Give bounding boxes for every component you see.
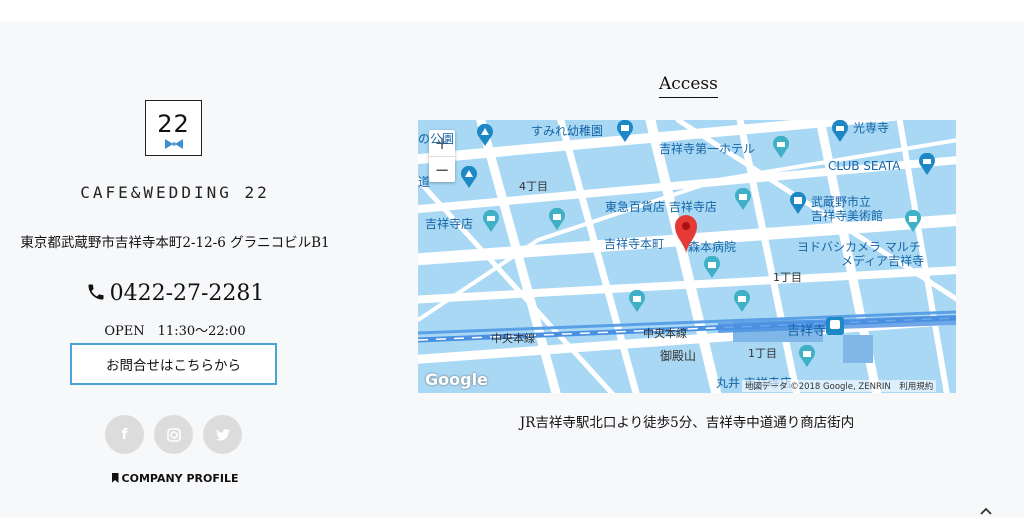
map-label: 道 (418, 175, 431, 189)
google-logo[interactable]: Google (425, 370, 488, 389)
facebook-icon[interactable]: f (105, 415, 144, 454)
shopping-icon[interactable] (628, 290, 646, 312)
nightclub-icon[interactable] (918, 153, 936, 175)
access-heading: Access (659, 74, 718, 98)
map-label: 森本病院 (688, 240, 737, 254)
park-icon[interactable] (476, 124, 494, 146)
map-label: 吉祥寺美術館 (811, 209, 884, 223)
map-label: 御殿山 (660, 349, 697, 363)
park-icon[interactable] (460, 166, 478, 188)
bow-tie-icon (165, 139, 183, 149)
map-label: CLUB SEATA (828, 159, 901, 173)
logo-number: 22 (157, 110, 190, 138)
contact-button[interactable]: お問合せはこちらから (70, 343, 277, 385)
map-label: 吉祥寺店 (425, 217, 474, 231)
map-label: 東急百貨店 吉祥寺店 (605, 200, 717, 214)
hotel-icon[interactable] (772, 136, 790, 158)
company-profile-label: COMPANY PROFILE (121, 472, 239, 485)
museum-icon[interactable] (789, 192, 807, 214)
shop-address: 東京都武蔵野市吉祥寺本町2-12-6 グラニコビルB1 (20, 235, 330, 251)
access-directions: JR吉祥寺駅北口より徒歩5分、吉祥寺中道通り商店街内 (519, 415, 855, 431)
map-label: 4丁目 (519, 180, 548, 193)
phone-text: 0422-27-2281 (109, 281, 265, 306)
bookmark-icon (111, 473, 119, 483)
map-label: 吉祥寺本町 (604, 237, 665, 251)
map-label: の公園 (418, 132, 455, 146)
map-label: 中央本線 (643, 327, 687, 340)
map-label: 吉祥寺第一ホテル (659, 142, 756, 156)
shopping-icon[interactable] (904, 210, 922, 232)
train-station-icon[interactable] (826, 317, 844, 335)
phone-icon (88, 284, 104, 300)
shopping-icon[interactable] (703, 256, 721, 278)
company-profile-link[interactable]: COMPANY PROFILE (0, 472, 350, 485)
shopping-icon[interactable] (548, 208, 566, 230)
top-bar (0, 0, 1024, 21)
map-label: すみれ幼稚園 (531, 124, 604, 138)
map-label: 1丁目 (773, 271, 802, 284)
twitter-icon[interactable] (203, 415, 242, 454)
map-label: メディア吉祥寺 (841, 254, 925, 268)
zoom-out-button[interactable]: − (429, 157, 455, 183)
social-links: f (105, 415, 245, 455)
shopping-icon[interactable] (733, 290, 751, 312)
chevron-up-icon[interactable] (978, 505, 994, 517)
map-label: 1丁目 (748, 347, 777, 360)
map-label: 吉祥寺 (787, 324, 827, 339)
shopping-icon[interactable] (798, 345, 816, 367)
map-attribution[interactable]: 地図データ ©2018 Google, ZENRIN 利用規約 (742, 380, 937, 392)
instagram-icon[interactable] (154, 415, 193, 454)
temple-icon[interactable] (831, 120, 849, 142)
facebook-glyph: f (121, 426, 128, 443)
shopping-icon[interactable] (734, 188, 752, 210)
map-label: 光専寺 (853, 121, 890, 135)
shopping-cart-icon[interactable] (482, 210, 500, 232)
school-icon[interactable] (616, 120, 634, 142)
instagram-glyph (166, 427, 181, 442)
brand-name: CAFE&WEDDING 22 (80, 183, 270, 202)
map-label: 中央本線 (491, 332, 535, 345)
opening-hours: OPEN 11:30～22:00 (104, 324, 246, 339)
phone-number[interactable]: 0422-27-2281 (0, 281, 350, 306)
twitter-glyph (215, 428, 230, 441)
logo[interactable]: 22 (145, 100, 202, 156)
